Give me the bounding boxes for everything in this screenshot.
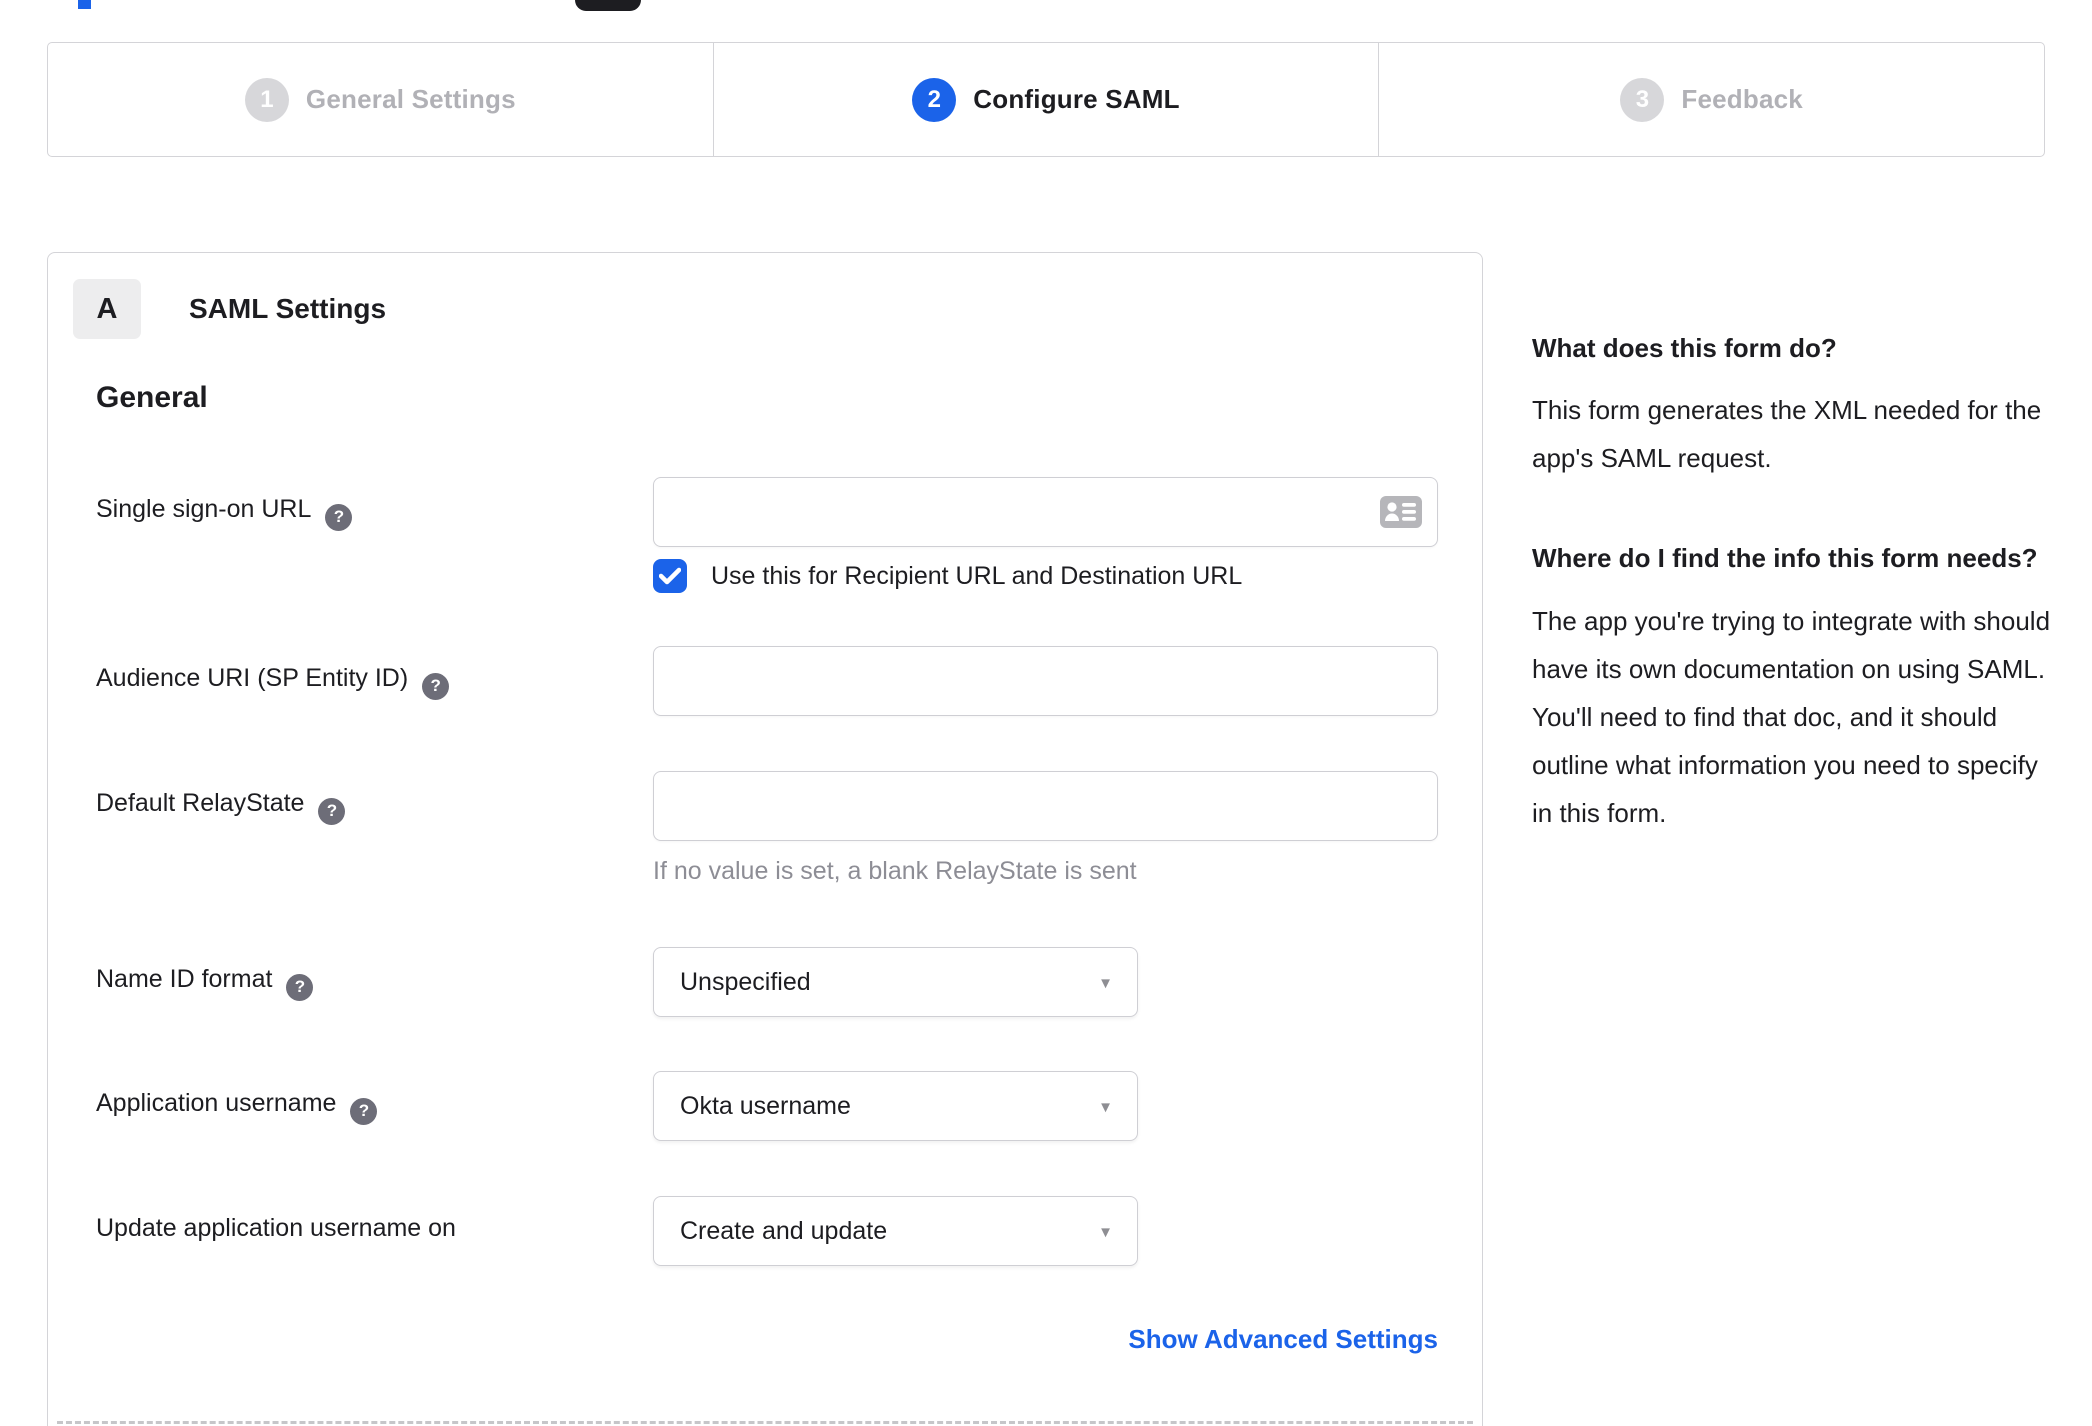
wizard-stepper: 1 General Settings 2 Configure SAML 3 Fe… [47,42,2045,157]
section-header: A SAML Settings [73,279,386,339]
application-username-value: Okta username [680,1091,851,1120]
single-sign-on-url-label: Single sign-on URL? [48,477,653,531]
clipped-app-logo [575,0,641,11]
step-2-label: Configure SAML [973,84,1180,114]
relaystate-hint: If no value is set, a blank RelayState i… [653,857,1137,885]
default-relaystate-input[interactable] [653,771,1438,841]
field-row-name-id-format: Name ID format? Unspecified ▼ [48,947,1482,1017]
show-advanced-settings-link[interactable]: Show Advanced Settings [653,1324,1438,1355]
application-username-select[interactable]: Okta username ▼ [653,1071,1138,1141]
name-id-format-label: Name ID format? [48,947,653,1001]
update-app-username-label: Update application username on [96,1214,456,1242]
sidebar-body-where: The app you're trying to integrate with … [1532,605,2051,828]
recipient-url-checkbox[interactable] [653,559,687,593]
step-3-number: 3 [1620,77,1665,122]
section-a-badge: A [73,279,141,339]
general-heading: General [96,381,208,414]
step-feedback[interactable]: 3 Feedback [1378,43,2044,156]
help-sidebar: What does this form do? This form genera… [1532,326,2052,891]
step-3-label: Feedback [1681,84,1803,114]
name-id-format-select[interactable]: Unspecified ▼ [653,947,1138,1017]
chevron-down-icon: ▼ [1098,1224,1113,1241]
name-id-format-value: Unspecified [680,967,811,996]
step-2-number: 2 [912,77,957,122]
sidebar-body-what: This form generates the XML needed for t… [1532,395,2042,474]
field-row-audience-uri: Audience URI (SP Entity ID)? [48,646,1482,716]
step-general-settings[interactable]: 1 General Settings [48,43,713,156]
field-row-single-sign-on-url: Single sign-on URL? Use this for Recipie… [48,477,1482,593]
update-app-username-select[interactable]: Create and update ▼ [653,1196,1138,1266]
advanced-settings-row: Show Advanced Settings [48,1324,1482,1355]
default-relaystate-label: Default RelayState? [48,771,653,825]
single-sign-on-url-input[interactable] [653,477,1438,547]
section-divider-dashed [57,1421,1473,1424]
sidebar-heading-where: Where do I find the info this form needs… [1532,543,2038,574]
field-row-default-relaystate: Default RelayState? If no value is set, … [48,771,1482,886]
field-row-application-username: Application username? Okta username ▼ [48,1071,1482,1141]
help-icon[interactable]: ? [318,797,346,825]
recipient-url-checkbox-row: Use this for Recipient URL and Destinati… [653,559,1482,593]
configure-saml-page: 1 General Settings 2 Configure SAML 3 Fe… [0,0,2092,1426]
help-icon[interactable]: ? [350,1097,378,1125]
help-icon[interactable]: ? [325,503,353,531]
chevron-down-icon: ▼ [1098,1099,1113,1116]
sidebar-heading-what: What does this form do? [1532,333,1837,363]
step-configure-saml[interactable]: 2 Configure SAML [712,43,1379,156]
step-1-label: General Settings [305,84,516,114]
recipient-url-checkbox-label[interactable]: Use this for Recipient URL and Destinati… [711,562,1242,591]
checkmark-icon [659,567,681,585]
help-icon[interactable]: ? [422,672,450,700]
step-1-number: 1 [244,77,289,122]
audience-uri-input[interactable] [653,646,1438,716]
clipped-title-accent [78,0,91,9]
update-app-username-value: Create and update [680,1216,888,1245]
application-username-label: Application username? [48,1071,653,1125]
autofill-contact-icon[interactable] [1380,496,1422,528]
audience-uri-label: Audience URI (SP Entity ID)? [48,646,653,700]
saml-general-form: Single sign-on URL? Use this for Recipie… [48,477,1482,1355]
field-row-update-app-username: Update application username on Create an… [48,1196,1482,1266]
section-title: SAML Settings [189,293,387,324]
chevron-down-icon: ▼ [1098,975,1113,992]
saml-settings-panel: A SAML Settings General Single sign-on U… [47,252,1483,1426]
help-icon[interactable]: ? [286,973,314,1001]
